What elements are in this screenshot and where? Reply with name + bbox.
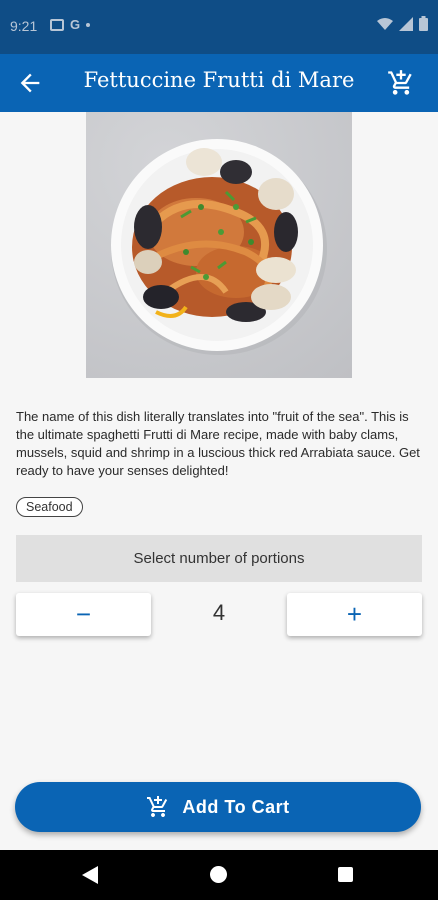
page-title: Fettuccine Frutti di Mare [83, 68, 355, 92]
portions-header-label: Select number of portions [133, 550, 305, 567]
nav-home-icon[interactable] [210, 866, 227, 883]
category-tag: Seafood [16, 497, 83, 517]
battery-icon [419, 16, 428, 31]
pasta-plate-image [111, 139, 327, 355]
recipe-description: The name of this dish literally translat… [16, 409, 420, 478]
google-icon: G [70, 17, 81, 32]
dish-photo [86, 112, 352, 378]
wifi-icon [377, 17, 393, 30]
decrease-portions-button[interactable]: − [16, 593, 151, 636]
nav-back-icon[interactable] [82, 866, 98, 884]
system-icons [377, 16, 428, 31]
notification-icons: G [50, 17, 91, 32]
add-to-cart-button[interactable]: Add To Cart [15, 782, 421, 832]
plus-icon: + [346, 599, 363, 629]
add-shopping-cart-icon[interactable] [386, 69, 416, 97]
arrow-back-icon[interactable] [16, 69, 44, 97]
system-nav-bar [0, 850, 438, 900]
app-bar: Fettuccine Frutti di Mare [0, 54, 438, 112]
increase-portions-button[interactable]: + [287, 593, 422, 636]
add-shopping-cart-icon [147, 796, 168, 817]
nav-recents-icon[interactable] [338, 867, 353, 882]
more-notifications-icon [86, 22, 91, 27]
message-icon [50, 18, 64, 31]
status-bar: 9:21 G [0, 0, 438, 54]
status-time: 9:21 [10, 18, 38, 34]
portions-count: 4 [212, 600, 226, 625]
add-to-cart-label: Add To Cart [182, 796, 290, 817]
portions-header: Select number of portions [16, 535, 422, 582]
minus-icon: − [75, 599, 92, 629]
signal-icon [399, 16, 413, 31]
